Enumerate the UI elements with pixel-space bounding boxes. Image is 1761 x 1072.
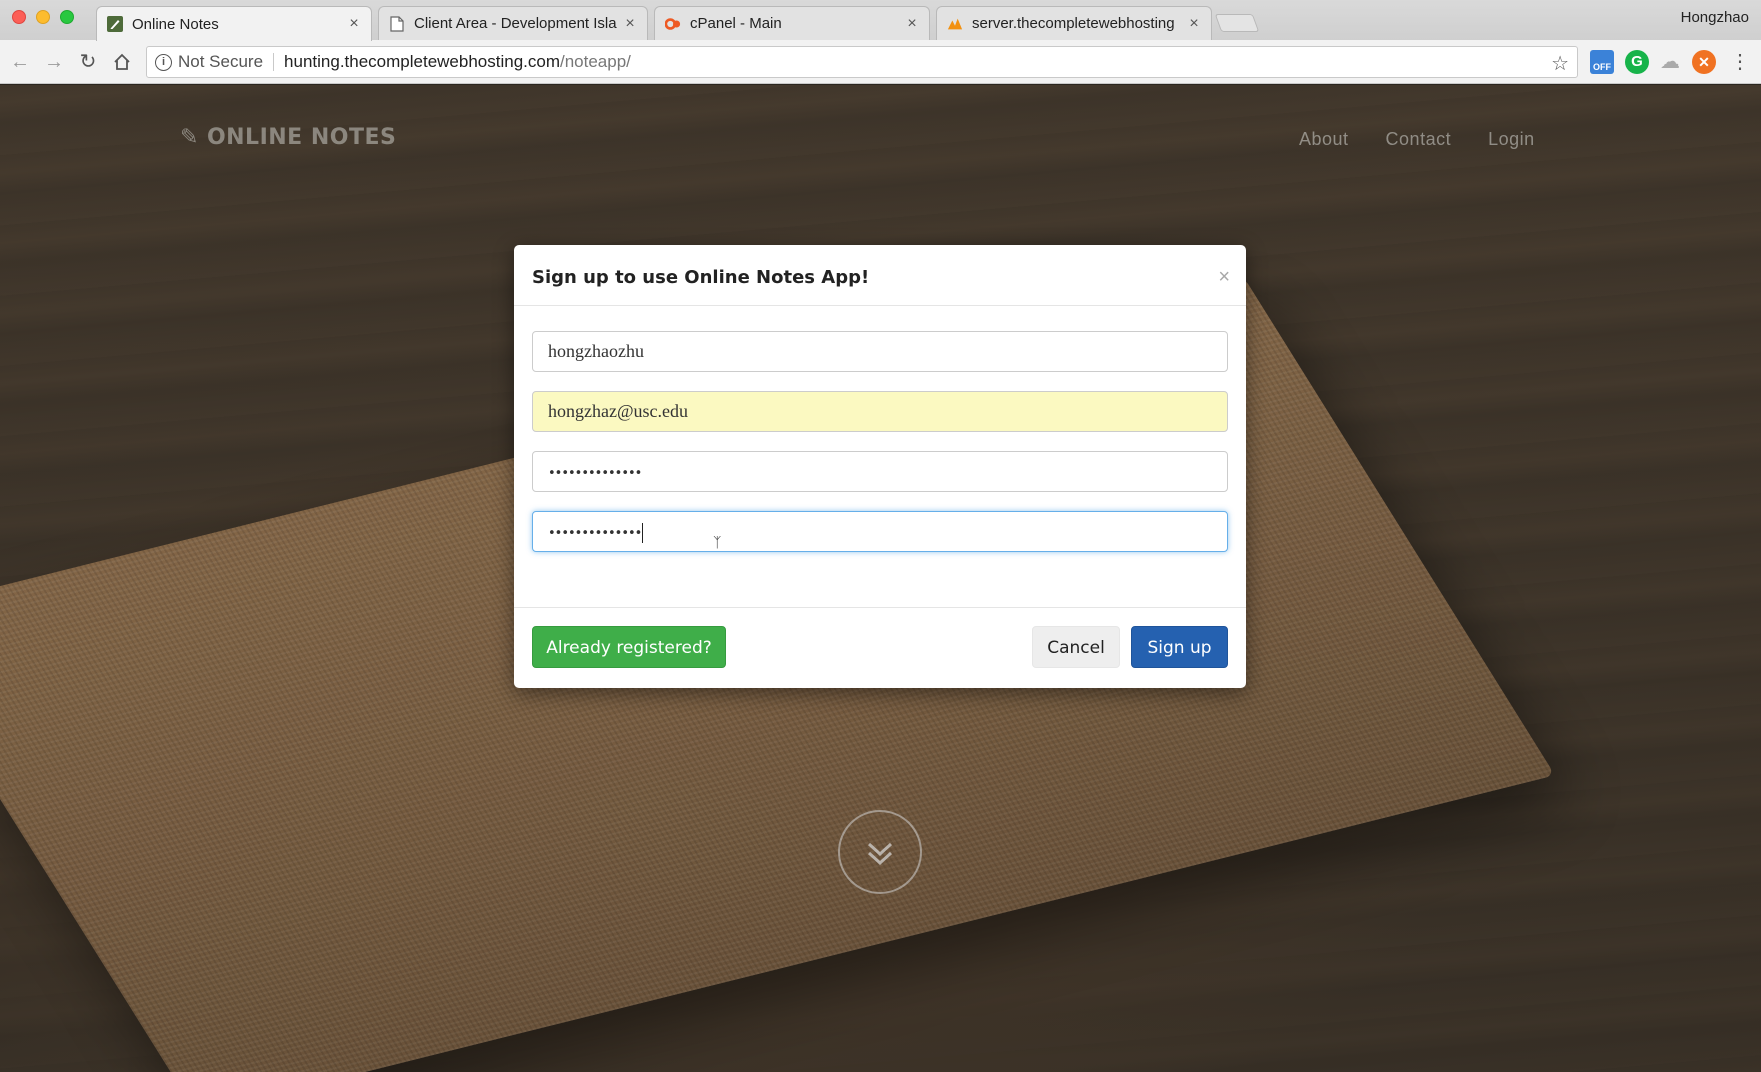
sign-up-button[interactable]: Sign up [1131,626,1228,668]
username-field[interactable]: hongzhaozhu [532,331,1228,372]
modal-title: Sign up to use Online Notes App! [532,267,870,288]
address-separator [273,53,275,71]
fullscreen-window-button[interactable] [60,10,74,24]
browser-menu-icon[interactable]: ⋮ [1730,50,1750,74]
already-registered-button[interactable]: Already registered? [532,626,726,668]
tab-online-notes[interactable]: Online Notes × [96,6,372,41]
signup-modal: Sign up to use Online Notes App! × hongz… [514,245,1246,688]
notes-favicon-icon [107,16,123,32]
tab-title: cPanel - Main [690,15,782,32]
confirm-password-value: •••••••••••••• [548,526,642,541]
mouse-ibeam-cursor-icon: ᛉ [713,534,722,550]
info-icon[interactable]: i [155,53,172,71]
username-value: hongzhaozhu [548,341,644,361]
nav-about[interactable]: About [1299,129,1349,150]
tab-title: server.thecompletewebhosting [972,15,1175,32]
modal-body: hongzhaozhu hongzhaz@usc.edu •••••••••••… [514,306,1246,608]
document-icon [389,15,405,32]
nav-login[interactable]: Login [1488,129,1535,150]
bookmark-star-icon[interactable]: ☆ [1551,51,1569,76]
site-brand-label: ONLINE NOTES [206,125,397,150]
off-extension-icon[interactable]: OFF [1590,50,1614,74]
address-bar[interactable]: i Not Secure hunting.thecompletewebhosti… [146,46,1578,78]
tab-close-icon[interactable]: × [1187,15,1201,33]
profile-name[interactable]: Hongzhao [1681,9,1749,26]
cpanel-icon [665,16,681,32]
tab-server[interactable]: server.thecompletewebhosting × [936,6,1212,40]
site-brand[interactable]: ✎ ONLINE NOTES [180,125,396,150]
cloud-extension-icon[interactable]: ☁ [1658,50,1682,74]
grammarly-extension-icon[interactable]: G [1625,50,1649,74]
not-secure-label[interactable]: Not Secure [178,52,263,72]
tab-cpanel[interactable]: cPanel - Main × [654,6,930,40]
email-value: hongzhaz@usc.edu [548,401,689,421]
new-tab-button[interactable] [1214,14,1260,32]
email-field[interactable]: hongzhaz@usc.edu [532,391,1228,432]
url-path[interactable]: /noteapp/ [560,52,631,72]
cancel-button[interactable]: Cancel [1032,626,1120,668]
reload-icon[interactable]: ↻ [76,50,100,74]
password-value: •••••••••••••• [548,466,642,481]
browser-tab-strip: Online Notes × Client Area - Development… [0,0,1761,41]
pencil-icon: ✎ [180,125,199,150]
browser-toolbar: ← → ↻ i Not Secure hunting.thecompletewe… [0,40,1761,84]
orange-extension-icon[interactable]: ✕ [1692,50,1716,74]
tab-close-icon[interactable]: × [347,15,361,33]
text-caret [642,522,644,543]
site-nav: About Contact Login [1262,129,1535,150]
tab-title: Client Area - Development Isla [414,15,617,32]
modal-header: Sign up to use Online Notes App! × [514,245,1246,306]
scroll-down-chevron-icon[interactable] [838,810,922,894]
forward-arrow-icon[interactable]: → [42,50,66,74]
nav-contact[interactable]: Contact [1386,129,1452,150]
password-field[interactable]: •••••••••••••• [532,451,1228,492]
back-arrow-icon[interactable]: ← [8,50,32,74]
close-window-button[interactable] [12,10,26,24]
tab-close-icon[interactable]: × [905,15,919,33]
home-icon[interactable] [110,50,134,74]
tab-title: Online Notes [132,15,219,33]
minimize-window-button[interactable] [36,10,50,24]
modal-footer: Already registered? Cancel Sign up [514,608,1246,688]
close-icon[interactable]: × [1218,267,1230,287]
confirm-password-field[interactable]: •••••••••••••• [532,511,1228,552]
tab-close-icon[interactable]: × [623,15,637,33]
url-host[interactable]: hunting.thecompletewebhosting.com [284,52,560,72]
phpmyadmin-icon [947,16,963,32]
tab-client-area[interactable]: Client Area - Development Isla × [378,6,648,40]
